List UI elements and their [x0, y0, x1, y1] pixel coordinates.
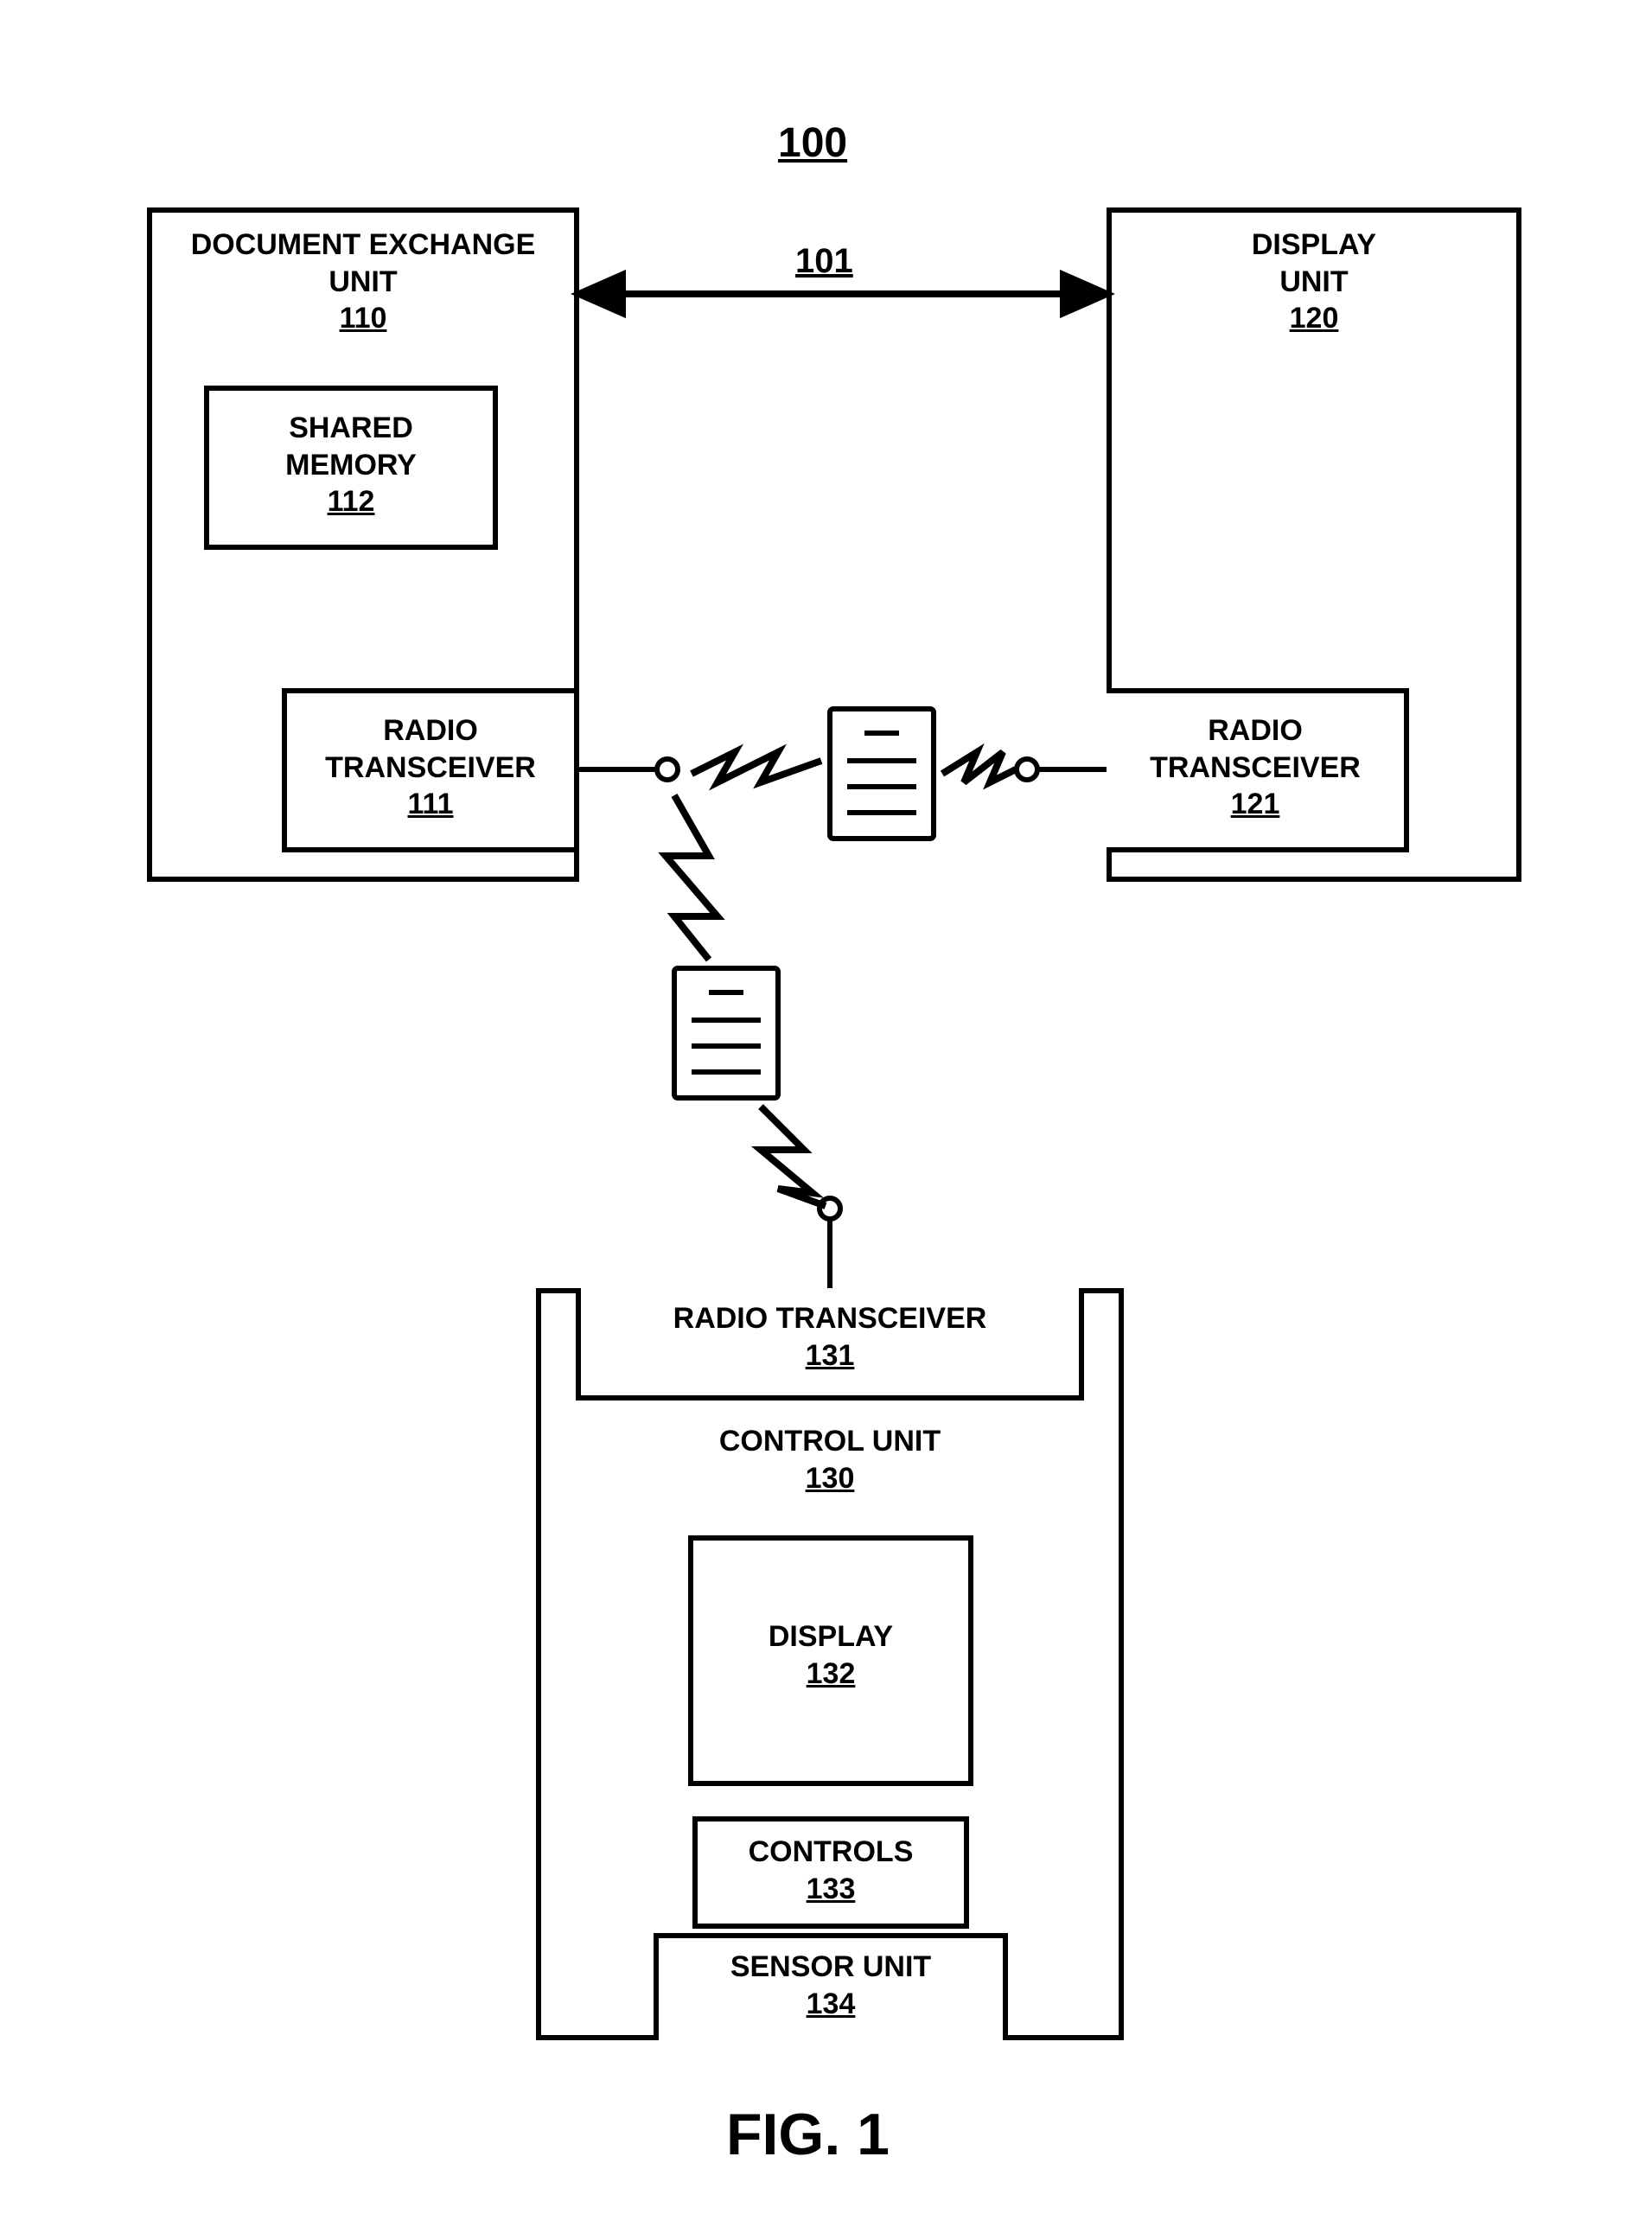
control-unit-radio-box: RADIO TRANSCEIVER 131 [576, 1288, 1084, 1400]
wireless-zigzag-diag-upper [666, 795, 718, 960]
display-unit-box: DISPLAY UNIT 120 RADIO TRANSCEIVER 121 [1107, 207, 1521, 882]
antenna-111 [579, 759, 678, 780]
controls-box: CONTROLS 133 [692, 1816, 969, 1929]
display-unit-radio-box: RADIO TRANSCEIVER 121 [1107, 688, 1409, 852]
wireless-zigzag-left [692, 752, 821, 782]
figure-caption: FIG. 1 [726, 2101, 890, 2168]
doc-exchange-title: DOCUMENT EXCHANGE UNIT [191, 228, 536, 298]
control-unit-ref: 130 [806, 1462, 855, 1495]
control-display-title: DISPLAY [769, 1620, 893, 1653]
antenna-131 [820, 1198, 840, 1288]
wireless-zigzag-right [942, 752, 1016, 782]
display-unit-ref: 120 [1290, 302, 1339, 335]
doc-exchange-ref: 110 [340, 302, 387, 335]
sensor-unit-ref: 134 [807, 1987, 856, 2020]
control-unit-box: RADIO TRANSCEIVER 131 CONTROL UNIT 130 D… [536, 1288, 1124, 2040]
diagram-canvas: 100 101 DOCUMENT EXCHANGE UNIT 110 SHARE… [0, 0, 1652, 2214]
controls-title: CONTROLS [749, 1835, 914, 1868]
doc-exchange-radio-ref: 111 [408, 788, 454, 820]
shared-memory-box: SHARED MEMORY 112 [204, 386, 498, 550]
wireless-zigzag-diag-lower [761, 1107, 826, 1206]
control-display-ref: 132 [807, 1657, 856, 1690]
sensor-unit-title: SENSOR UNIT [730, 1950, 931, 1983]
sensor-unit-box: SENSOR UNIT 134 [654, 1933, 1008, 2040]
doc-exchange-radio-title: RADIO TRANSCEIVER [325, 714, 536, 784]
shared-memory-title: SHARED MEMORY [285, 412, 417, 482]
document-icon-top [830, 709, 934, 839]
document-icon-diag [674, 968, 778, 1098]
display-unit-radio-title: RADIO TRANSCEIVER [1150, 714, 1361, 784]
shared-memory-ref: 112 [328, 485, 375, 518]
antenna-121 [1017, 759, 1107, 780]
control-unit-radio-ref: 131 [806, 1339, 855, 1372]
doc-exchange-unit-box: DOCUMENT EXCHANGE UNIT 110 SHARED MEMORY… [147, 207, 579, 882]
controls-ref: 133 [807, 1873, 856, 1905]
display-unit-title: DISPLAY UNIT [1252, 228, 1376, 298]
link-ref: 101 [795, 242, 853, 281]
control-unit-radio-title: RADIO TRANSCEIVER [673, 1302, 987, 1335]
control-display-box: DISPLAY 132 [688, 1535, 973, 1786]
doc-exchange-radio-box: RADIO TRANSCEIVER 111 [282, 688, 574, 852]
display-unit-radio-ref: 121 [1231, 788, 1280, 820]
system-ref: 100 [778, 119, 847, 167]
control-unit-title: CONTROL UNIT [719, 1425, 941, 1458]
